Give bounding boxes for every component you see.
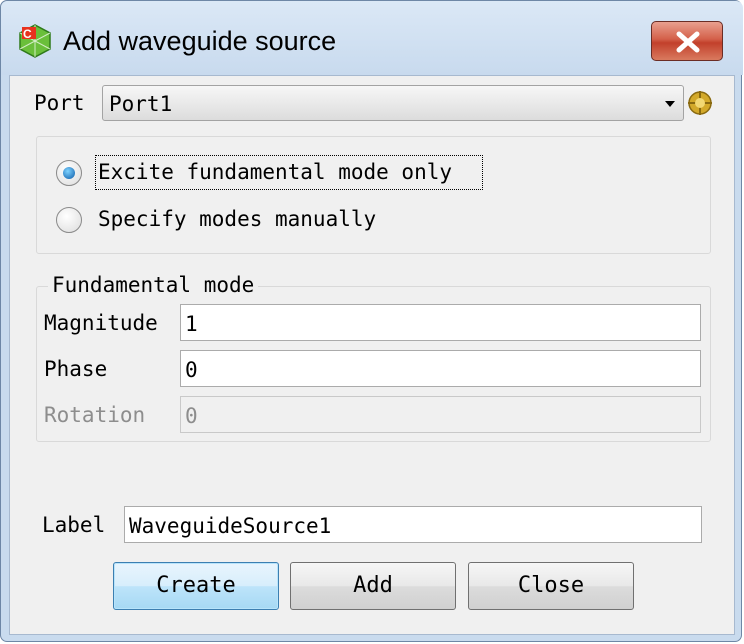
phase-value: 0	[185, 358, 198, 382]
close-icon	[676, 31, 700, 53]
create-button[interactable]: Create	[113, 562, 279, 610]
fundamental-mode-group-title: Fundamental mode	[48, 273, 259, 297]
rotation-input: 0	[180, 396, 701, 433]
window-close-button[interactable]	[651, 21, 723, 61]
magnitude-value: 1	[185, 312, 198, 336]
rotation-value: 0	[185, 404, 198, 428]
port-label: Port	[34, 91, 85, 115]
rotation-label: Rotation	[44, 403, 146, 427]
pick-port-icon[interactable]	[686, 89, 714, 117]
port-dropdown[interactable]: Port1	[102, 85, 684, 121]
chevron-down-icon	[665, 101, 675, 107]
title-bar[interactable]: C Add waveguide source	[1, 1, 743, 75]
add-button[interactable]: Add	[290, 562, 456, 610]
svg-text:C: C	[23, 27, 32, 41]
port-dropdown-value: Port1	[109, 92, 173, 116]
label-field-label: Label	[42, 513, 106, 537]
cst-app-icon: C	[19, 24, 51, 58]
dialog-window: C Add waveguide source Port Port1 Excite…	[0, 0, 743, 642]
magnitude-input[interactable]: 1	[180, 304, 701, 341]
label-value: WaveguideSource1	[129, 514, 332, 538]
dialog-body: Port Port1 Excite fundamental mode only …	[9, 75, 735, 635]
radio-fundamental-mode-label[interactable]: Excite fundamental mode only	[98, 160, 452, 184]
close-button[interactable]: Close	[468, 562, 634, 610]
excitation-panel	[36, 136, 711, 254]
radio-manual-modes[interactable]	[56, 207, 82, 233]
radio-manual-modes-label[interactable]: Specify modes manually	[98, 207, 376, 231]
label-input[interactable]: WaveguideSource1	[124, 506, 702, 543]
phase-label: Phase	[44, 357, 108, 381]
radio-fundamental-mode[interactable]	[56, 160, 82, 186]
dialog-title: Add waveguide source	[63, 26, 337, 56]
magnitude-label: Magnitude	[44, 311, 158, 335]
phase-input[interactable]: 0	[180, 350, 701, 387]
